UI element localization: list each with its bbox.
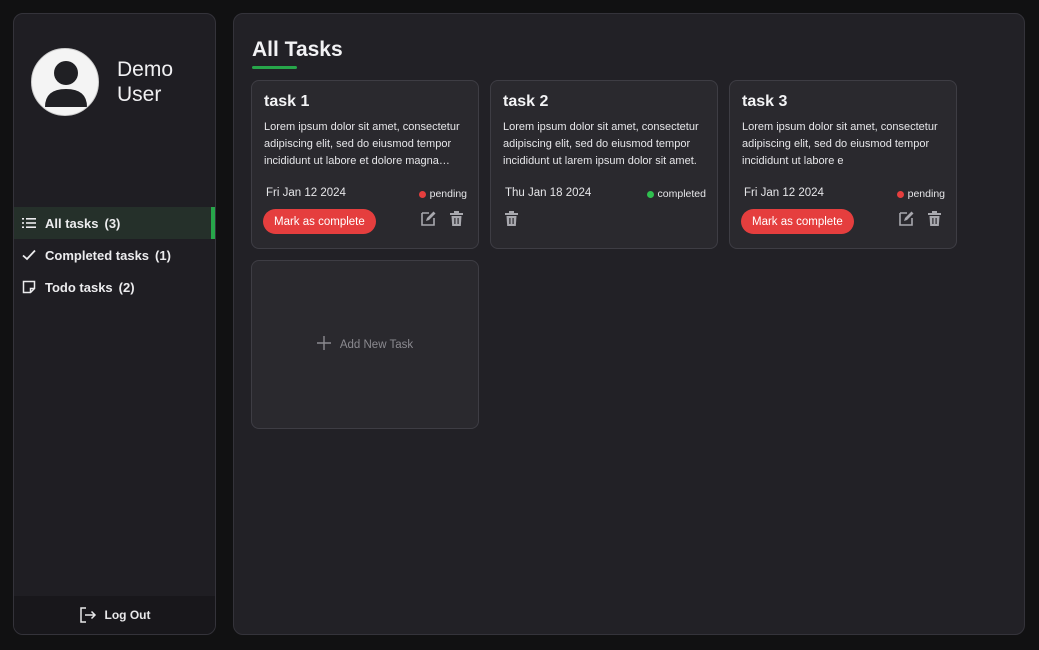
edit-icon[interactable] — [898, 210, 915, 227]
edit-icon[interactable] — [420, 210, 437, 227]
status-text: completed — [657, 188, 706, 200]
sidebar-item-label: Todo tasks — [45, 279, 113, 295]
status-dot — [418, 190, 426, 198]
sidebar-item-count: (1) — [155, 247, 171, 263]
status-badge: pending — [418, 188, 467, 200]
avatar-icon — [31, 48, 99, 116]
trash-icon[interactable] — [503, 210, 520, 227]
status-text: pending — [907, 188, 945, 200]
add-task-card[interactable]: Add New Task — [251, 260, 479, 429]
task-title: task 2 — [503, 93, 549, 110]
task-card: task 1 Lorem ipsum dolor sit amet, conse… — [251, 80, 479, 249]
task-card: task 3 Lorem ipsum dolor sit amet, conse… — [729, 80, 957, 249]
main-panel: All Tasks task 1 Lorem ipsum dolor sit a… — [233, 13, 1025, 635]
task-description: Lorem ipsum dolor sit amet, consectetur … — [264, 121, 460, 167]
user-profile: Demo User — [31, 48, 187, 116]
status-badge: completed — [646, 188, 706, 200]
sidebar-item-label: Completed tasks — [45, 247, 150, 263]
title-underline — [252, 66, 297, 69]
task-date: Thu Jan 18 2024 — [505, 187, 592, 199]
sidebar-item-all-tasks[interactable]: All tasks (3) — [14, 207, 215, 239]
task-title: task 3 — [742, 93, 788, 110]
status-dot — [646, 190, 654, 198]
note-icon — [22, 280, 36, 294]
logout-icon — [79, 606, 97, 624]
logout-button[interactable]: Log Out — [14, 596, 215, 634]
task-title: task 1 — [264, 93, 310, 110]
page-title: All Tasks — [252, 38, 343, 61]
mark-complete-button[interactable]: Mark as complete — [741, 209, 854, 234]
plus-icon — [316, 336, 331, 353]
task-date: Fri Jan 12 2024 — [744, 187, 824, 199]
sidebar-nav: All tasks (3) Completed tasks (1) Todo t… — [14, 207, 215, 303]
sidebar-item-count: (2) — [118, 279, 135, 295]
add-task-label: Add New Task — [339, 338, 414, 351]
sidebar: Demo User All tasks (3) Completed tasks … — [13, 13, 216, 635]
sidebar-item-completed-tasks[interactable]: Completed tasks (1) — [14, 239, 215, 271]
status-dot — [896, 190, 904, 198]
user-name: Demo User — [117, 58, 174, 106]
mark-complete-button[interactable]: Mark as complete — [263, 209, 376, 234]
trash-icon[interactable] — [448, 210, 465, 227]
sidebar-item-label: All tasks — [45, 215, 99, 231]
task-card: task 2 Lorem ipsum dolor sit amet, conse… — [490, 80, 718, 249]
sidebar-item-todo-tasks[interactable]: Todo tasks (2) — [14, 271, 215, 303]
status-text: pending — [429, 188, 467, 200]
sidebar-item-count: (3) — [104, 215, 121, 231]
logout-label: Log Out — [104, 608, 151, 622]
task-description: Lorem ipsum dolor sit amet, consectetur … — [742, 121, 938, 167]
task-description: Lorem ipsum dolor sit amet, consectetur … — [503, 121, 699, 167]
task-date: Fri Jan 12 2024 — [266, 187, 346, 199]
trash-icon[interactable] — [926, 210, 943, 227]
status-badge: pending — [896, 188, 945, 200]
check-icon — [22, 248, 36, 262]
list-icon — [22, 216, 36, 230]
